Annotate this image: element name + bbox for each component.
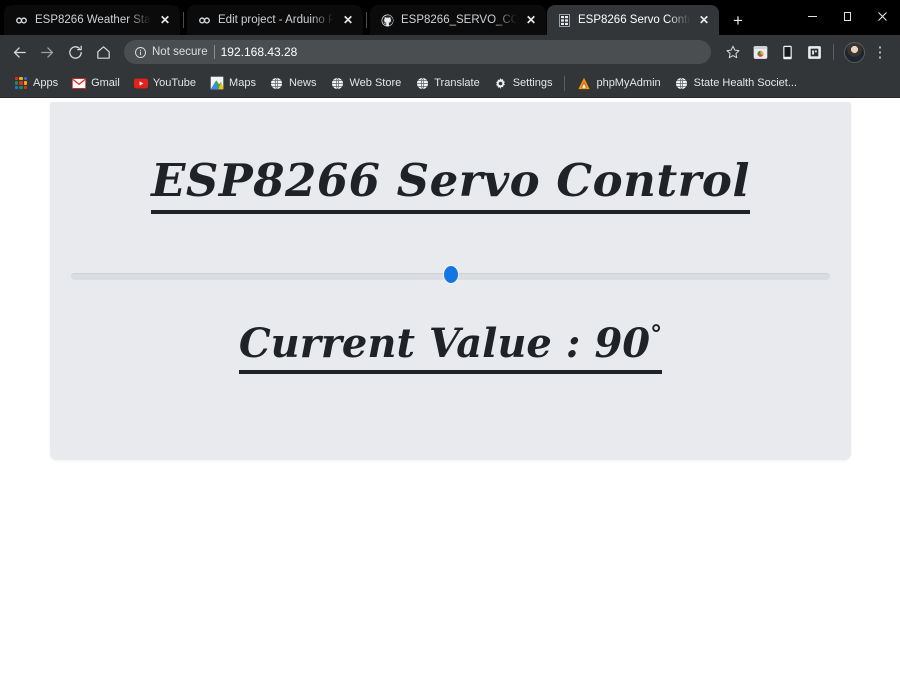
- apps-grid-icon: [14, 76, 28, 90]
- slider-thumb[interactable]: [443, 266, 458, 283]
- gmail-icon: [72, 76, 87, 90]
- page-title: ESP8266 Servo Control: [50, 158, 851, 214]
- current-value-display: Current Value : 90°: [50, 322, 851, 374]
- bookmark-star-icon[interactable]: [721, 40, 745, 64]
- bookmarks-bar: Apps Gmail YouTube Maps News Web Store T…: [0, 69, 900, 98]
- address-bar[interactable]: Not secure 192.168.43.28: [124, 40, 711, 64]
- bookmark-news[interactable]: News: [264, 73, 323, 93]
- current-value-text: Current Value : 90: [238, 320, 651, 367]
- close-button[interactable]: [865, 0, 900, 33]
- window-controls: [795, 0, 900, 33]
- tab-title: ESP8266_SERVO_CONTROLLER/s: [401, 14, 517, 26]
- tab-divider: [366, 12, 367, 28]
- tab-arduino-project-hub[interactable]: Edit project - Arduino Project Hu ✕: [187, 5, 363, 35]
- bookmark-state-health-society[interactable]: State Health Societ...: [669, 73, 803, 93]
- bookmark-apps[interactable]: Apps: [8, 73, 64, 93]
- extension-generic-icon[interactable]: [802, 40, 826, 64]
- infinity-icon: [197, 13, 211, 27]
- page-viewport: ESP8266 Servo Control Current Value : 90…: [0, 98, 900, 674]
- new-tab-button[interactable]: +: [725, 7, 751, 33]
- bookmark-maps[interactable]: Maps: [204, 73, 262, 93]
- maximize-button[interactable]: [830, 0, 865, 33]
- page-grid-icon: [557, 13, 571, 27]
- info-icon: [135, 46, 146, 58]
- page-title-text: ESP8266 Servo Control: [151, 158, 750, 214]
- globe-icon: [270, 76, 284, 90]
- servo-slider[interactable]: [71, 266, 830, 286]
- tab-esp8266-weather-station[interactable]: ESP8266 Weather Station with SI ✕: [4, 5, 180, 35]
- tab-close-icon[interactable]: ✕: [697, 13, 711, 27]
- gear-icon: [494, 76, 508, 90]
- servo-control-panel: ESP8266 Servo Control Current Value : 90…: [50, 102, 851, 460]
- back-button[interactable]: [6, 39, 32, 65]
- current-value-underline: Current Value : 90°: [238, 322, 663, 374]
- tab-title: Edit project - Arduino Project Hu: [218, 14, 334, 26]
- tab-divider: [183, 12, 184, 28]
- browser-menu-icon[interactable]: ⋮: [868, 40, 892, 64]
- extension-device-icon[interactable]: [775, 40, 799, 64]
- tab-github-servo-controller[interactable]: ESP8266_SERVO_CONTROLLER/s ✕: [370, 5, 546, 35]
- security-text: Not secure: [152, 46, 208, 58]
- bookmark-translate[interactable]: Translate: [409, 73, 485, 93]
- globe-icon: [330, 76, 344, 90]
- github-icon: [380, 13, 394, 27]
- forward-button[interactable]: [34, 39, 60, 65]
- globe-icon: [675, 76, 689, 90]
- maps-icon: [210, 76, 224, 90]
- tab-close-icon[interactable]: ✕: [524, 13, 538, 27]
- bookmark-label: Gmail: [91, 77, 120, 89]
- bookmark-label: Translate: [434, 77, 480, 89]
- reload-button[interactable]: [62, 39, 88, 65]
- bookmark-gmail[interactable]: Gmail: [66, 73, 126, 93]
- security-indicator[interactable]: Not secure: [134, 46, 208, 59]
- bookmark-label: Maps: [229, 77, 256, 89]
- bookmark-web-store[interactable]: Web Store: [324, 73, 407, 93]
- bookmark-divider: [564, 75, 566, 91]
- globe-icon: [415, 76, 429, 90]
- phpmyadmin-icon: [577, 76, 591, 90]
- toolbar-right-actions: ⋮: [721, 40, 892, 64]
- bookmark-label: News: [288, 77, 317, 89]
- tab-close-icon[interactable]: ✕: [341, 13, 355, 27]
- bookmark-label: Settings: [512, 77, 553, 89]
- degree-symbol: °: [650, 319, 663, 349]
- omnibox-divider: [213, 45, 215, 59]
- extension-photos-icon[interactable]: [748, 40, 772, 64]
- toolbar-divider: [833, 44, 834, 60]
- tab-title: ESP8266 Weather Station with SI: [35, 14, 151, 26]
- minimize-button[interactable]: [795, 0, 830, 33]
- browser-toolbar: Not secure 192.168.43.28 ⋮: [0, 35, 900, 69]
- bookmark-label: phpMyAdmin: [596, 77, 661, 89]
- infinity-icon: [14, 13, 28, 27]
- bookmark-youtube[interactable]: YouTube: [128, 73, 202, 93]
- bookmark-label: Web Store: [349, 77, 402, 89]
- bookmark-label: YouTube: [152, 77, 197, 89]
- tab-strip: ESP8266 Weather Station with SI ✕ Edit p…: [0, 0, 900, 35]
- bookmark-label: State Health Societ...: [693, 77, 797, 89]
- bookmark-phpmyadmin[interactable]: phpMyAdmin: [571, 73, 666, 93]
- tab-close-icon[interactable]: ✕: [158, 13, 172, 27]
- home-button[interactable]: [90, 39, 116, 65]
- bookmark-settings[interactable]: Settings: [488, 73, 559, 93]
- tab-title: ESP8266 Servo Control: [578, 14, 690, 26]
- youtube-icon: [133, 76, 148, 90]
- tab-esp8266-servo-control[interactable]: ESP8266 Servo Control ✕: [547, 5, 719, 35]
- url-text: 192.168.43.28: [220, 45, 298, 59]
- profile-avatar[interactable]: [844, 41, 865, 63]
- bookmark-label: Apps: [33, 77, 59, 89]
- browser-chrome: ESP8266 Weather Station with SI ✕ Edit p…: [0, 0, 900, 98]
